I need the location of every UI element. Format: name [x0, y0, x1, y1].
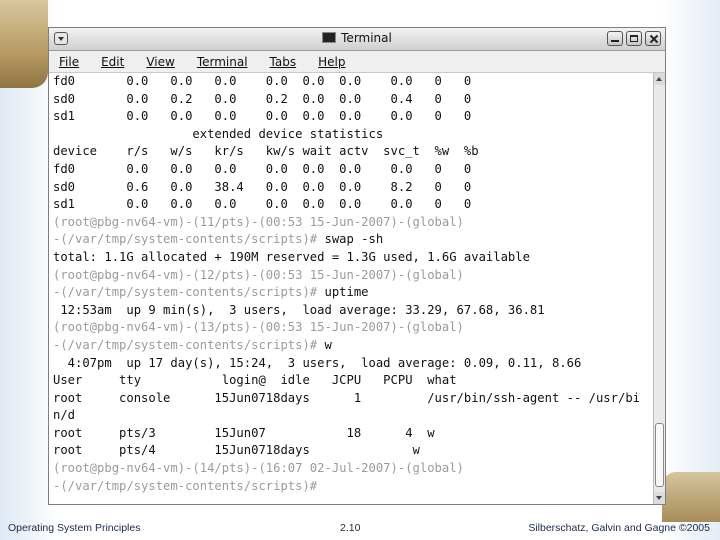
- window-title-wrap: Terminal: [49, 31, 665, 45]
- output-text: sd0 0.6 0.0 38.4 0.0 0.0 0.0 8.2 0 0: [53, 179, 472, 194]
- vertical-scrollbar[interactable]: [653, 73, 665, 504]
- footer-slide-number: 2.10: [340, 522, 361, 534]
- output-text: n/d: [53, 408, 76, 423]
- shell-command: swap -sh: [317, 232, 384, 247]
- terminal-line: 12:53am up 9 min(s), 3 users, load avera…: [53, 302, 649, 320]
- terminal-line: root pts/4 15Jun0718days w: [53, 442, 649, 460]
- menu-bar: File Edit View Terminal Tabs Help: [49, 51, 665, 73]
- output-text: 4:07pm up 17 day(s), 15:24, 3 users, loa…: [53, 355, 582, 370]
- terminal-window: Terminal File Edit View Terminal Tabs Help fd…: [48, 27, 666, 505]
- output-text: root pts/4 15Jun0718days w: [53, 443, 420, 458]
- scroll-down-icon[interactable]: [654, 492, 665, 504]
- terminal-line: extended device statistics: [53, 126, 649, 144]
- terminal-line: -(/var/tmp/system-contents/scripts)# upt…: [53, 284, 649, 302]
- menu-view[interactable]: View: [146, 51, 185, 73]
- close-icon[interactable]: [645, 31, 661, 46]
- terminal-icon: [322, 32, 337, 43]
- title-bar[interactable]: Terminal: [49, 28, 665, 51]
- terminal-output[interactable]: fd0 0.0 0.0 0.0 0.0 0.0 0.0 0.0 0 0 sd0 0…: [53, 73, 649, 504]
- maximize-icon[interactable]: [626, 31, 642, 46]
- menu-edit[interactable]: Edit: [101, 51, 135, 73]
- footer-course-title: Operating System Principles: [8, 522, 141, 534]
- menu-terminal[interactable]: Terminal: [197, 51, 259, 73]
- menu-help[interactable]: Help: [318, 51, 356, 73]
- output-text: 12:53am up 9 min(s), 3 users, load avera…: [53, 302, 545, 317]
- shell-prompt: -(/var/tmp/system-contents/scripts)#: [53, 232, 318, 247]
- terminal-line: fd0 0.0 0.0 0.0 0.0 0.0 0.0 0.0 0 0: [53, 73, 649, 91]
- shell-prompt: -(/var/tmp/system-contents/scripts)#: [53, 478, 318, 493]
- shell-prompt: (root@pbg-nv64-vm)-(11/pts)-(00:53 15-Ju…: [53, 214, 464, 229]
- terminal-line: root console 15Jun0718days 1 /usr/bin/ss…: [53, 390, 649, 408]
- terminal-line: root pts/3 15Jun07 18 4 w: [53, 425, 649, 443]
- scroll-thumb[interactable]: [655, 423, 664, 487]
- shell-prompt: -(/var/tmp/system-contents/scripts)#: [53, 285, 318, 300]
- terminal-line: sd1 0.0 0.0 0.0 0.0 0.0 0.0 0.0 0 0: [53, 196, 649, 214]
- terminal-line: User tty login@ idle JCPU PCPU what: [53, 372, 649, 390]
- output-text: fd0 0.0 0.0 0.0 0.0 0.0 0.0 0.0 0 0: [53, 161, 472, 176]
- terminal-line: (root@pbg-nv64-vm)-(14/pts)-(16:07 02-Ju…: [53, 460, 649, 478]
- window-title: Terminal: [341, 31, 392, 45]
- menu-tabs[interactable]: Tabs: [270, 51, 308, 73]
- minimize-icon[interactable]: [607, 31, 623, 46]
- dinosaur-illustration-bottom: [662, 472, 720, 522]
- terminal-line: 4:07pm up 17 day(s), 15:24, 3 users, loa…: [53, 355, 649, 373]
- shell-prompt: (root@pbg-nv64-vm)-(14/pts)-(16:07 02-Ju…: [53, 461, 464, 476]
- output-text: total: 1.1G allocated + 190M reserved = …: [53, 249, 530, 264]
- output-text: root console 15Jun0718days 1 /usr/bin/ss…: [53, 390, 640, 405]
- terminal-line: n/d: [53, 407, 649, 425]
- terminal-line: sd1 0.0 0.0 0.0 0.0 0.0 0.0 0.0 0 0: [53, 108, 649, 126]
- dinosaur-illustration-top: [0, 0, 48, 88]
- terminal-line: sd0 0.6 0.0 38.4 0.0 0.0 0.0 8.2 0 0: [53, 179, 649, 197]
- scroll-up-icon[interactable]: [654, 73, 665, 85]
- output-text: extended device statistics: [53, 126, 384, 141]
- terminal-line: sd0 0.0 0.2 0.0 0.2 0.0 0.0 0.4 0 0: [53, 91, 649, 109]
- terminal-line: total: 1.1G allocated + 190M reserved = …: [53, 249, 649, 267]
- terminal-area[interactable]: fd0 0.0 0.0 0.0 0.0 0.0 0.0 0.0 0 0 sd0 0…: [49, 73, 665, 504]
- output-text: root pts/3 15Jun07 18 4 w: [53, 425, 435, 440]
- menu-file[interactable]: File: [59, 51, 90, 73]
- terminal-line: (root@pbg-nv64-vm)-(12/pts)-(00:53 15-Ju…: [53, 267, 649, 285]
- terminal-line: fd0 0.0 0.0 0.0 0.0 0.0 0.0 0.0 0 0: [53, 161, 649, 179]
- output-text: sd1 0.0 0.0 0.0 0.0 0.0 0.0 0.0 0 0: [53, 109, 472, 124]
- terminal-line: device r/s w/s kr/s kw/s wait actv svc_t…: [53, 143, 649, 161]
- terminal-line: -(/var/tmp/system-contents/scripts)#: [53, 478, 649, 496]
- shell-command: uptime: [317, 285, 369, 300]
- output-text: device r/s w/s kr/s kw/s wait actv svc_t…: [53, 144, 479, 159]
- terminal-line: (root@pbg-nv64-vm)-(13/pts)-(00:53 15-Ju…: [53, 319, 649, 337]
- output-text: User tty login@ idle JCPU PCPU what: [53, 373, 457, 388]
- output-text: sd0 0.0 0.2 0.0 0.2 0.0 0.0 0.4 0 0: [53, 91, 472, 106]
- terminal-line: -(/var/tmp/system-contents/scripts)# swa…: [53, 231, 649, 249]
- shell-prompt: (root@pbg-nv64-vm)-(13/pts)-(00:53 15-Ju…: [53, 320, 464, 335]
- output-text: sd1 0.0 0.0 0.0 0.0 0.0 0.0 0.0 0 0: [53, 197, 472, 212]
- output-text: fd0 0.0 0.0 0.0 0.0 0.0 0.0 0.0 0 0: [53, 74, 472, 88]
- footer-copyright: Silberschatz, Galvin and Gagne ©2005: [528, 522, 710, 534]
- terminal-line: (root@pbg-nv64-vm)-(11/pts)-(00:53 15-Ju…: [53, 214, 649, 232]
- shell-prompt: (root@pbg-nv64-vm)-(12/pts)-(00:53 15-Ju…: [53, 267, 464, 282]
- window-controls: [604, 31, 661, 50]
- shell-prompt: -(/var/tmp/system-contents/scripts)#: [53, 337, 318, 352]
- terminal-line: -(/var/tmp/system-contents/scripts)# w: [53, 337, 649, 355]
- shell-command: w: [317, 337, 332, 352]
